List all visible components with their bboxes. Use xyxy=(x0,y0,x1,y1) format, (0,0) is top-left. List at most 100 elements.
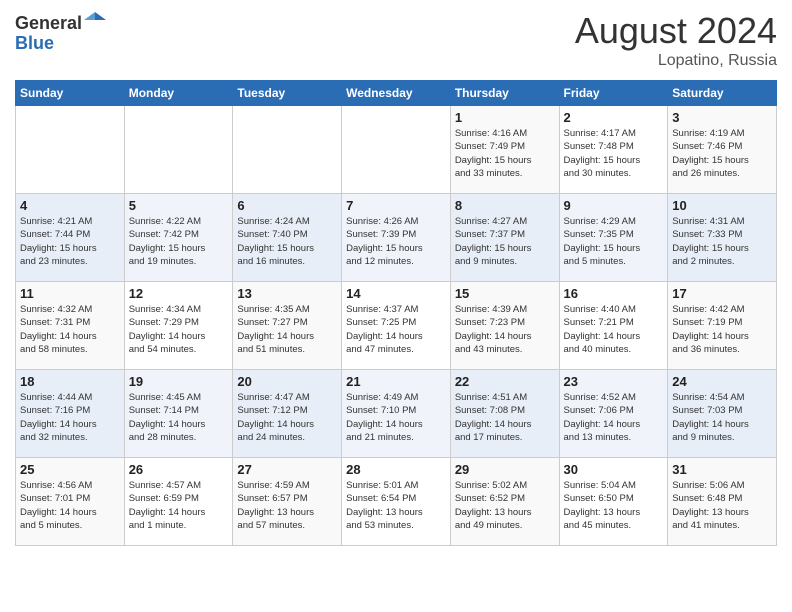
day-cell: 25 Sunrise: 4:56 AM Sunset: 7:01 PM Dayli… xyxy=(16,458,125,546)
day-number: 5 xyxy=(129,198,229,213)
day-number: 27 xyxy=(237,462,337,477)
day-cell: 8Sunrise: 4:27 AM Sunset: 7:37 PM Daylig… xyxy=(450,194,559,282)
day-info: Sunrise: 4:22 AM Sunset: 7:42 PM Dayligh… xyxy=(129,215,229,268)
day-cell: 10 Sunrise: 4:31 AM Sunset: 7:33 PM Dayli… xyxy=(668,194,777,282)
day-number: 26 xyxy=(129,462,229,477)
day-number: 23 xyxy=(564,374,664,389)
day-cell xyxy=(124,106,233,194)
day-number: 4 xyxy=(20,198,120,213)
day-info: Sunrise: 4:29 AM Sunset: 7:35 PM Dayligh… xyxy=(564,215,664,268)
day-info: Sunrise: 4:45 AM Sunset: 7:14 PM Dayligh… xyxy=(129,391,229,444)
logo-blue: Blue xyxy=(15,33,54,54)
day-number: 15 xyxy=(455,286,555,301)
day-info: Sunrise: 5:06 AM Sunset: 6:48 PM Dayligh… xyxy=(672,479,772,532)
month-title: August 2024 xyxy=(575,10,777,52)
week-row-1: 1Sunrise: 4:16 AM Sunset: 7:49 PM Daylig… xyxy=(16,106,777,194)
page-header: General Blue August 2024 Lopatino, Russi… xyxy=(15,10,777,70)
day-number: 12 xyxy=(129,286,229,301)
day-cell xyxy=(16,106,125,194)
day-number: 20 xyxy=(237,374,337,389)
logo-icon xyxy=(84,10,106,32)
day-cell: 13 Sunrise: 4:35 AM Sunset: 7:27 PM Dayli… xyxy=(233,282,342,370)
day-info: Sunrise: 4:32 AM Sunset: 7:31 PM Dayligh… xyxy=(20,303,120,356)
col-header-thursday: Thursday xyxy=(450,81,559,106)
day-cell: 28 Sunrise: 5:01 AM Sunset: 6:54 PM Dayli… xyxy=(342,458,451,546)
week-row-5: 25 Sunrise: 4:56 AM Sunset: 7:01 PM Dayli… xyxy=(16,458,777,546)
day-info: Sunrise: 4:56 AM Sunset: 7:01 PM Dayligh… xyxy=(20,479,120,532)
day-number: 10 xyxy=(672,198,772,213)
day-cell: 19 Sunrise: 4:45 AM Sunset: 7:14 PM Dayli… xyxy=(124,370,233,458)
day-number: 19 xyxy=(129,374,229,389)
day-cell: 6Sunrise: 4:24 AM Sunset: 7:40 PM Daylig… xyxy=(233,194,342,282)
day-cell: 4Sunrise: 4:21 AM Sunset: 7:44 PM Daylig… xyxy=(16,194,125,282)
day-info: Sunrise: 4:42 AM Sunset: 7:19 PM Dayligh… xyxy=(672,303,772,356)
day-info: Sunrise: 4:44 AM Sunset: 7:16 PM Dayligh… xyxy=(20,391,120,444)
day-number: 22 xyxy=(455,374,555,389)
day-info: Sunrise: 5:01 AM Sunset: 6:54 PM Dayligh… xyxy=(346,479,446,532)
day-info: Sunrise: 4:37 AM Sunset: 7:25 PM Dayligh… xyxy=(346,303,446,356)
day-number: 30 xyxy=(564,462,664,477)
day-info: Sunrise: 4:26 AM Sunset: 7:39 PM Dayligh… xyxy=(346,215,446,268)
day-cell: 3Sunrise: 4:19 AM Sunset: 7:46 PM Daylig… xyxy=(668,106,777,194)
day-cell: 9 Sunrise: 4:29 AM Sunset: 7:35 PM Daylig… xyxy=(559,194,668,282)
title-block: August 2024 Lopatino, Russia xyxy=(575,10,777,70)
day-cell: 29Sunrise: 5:02 AM Sunset: 6:52 PM Dayli… xyxy=(450,458,559,546)
day-info: Sunrise: 4:39 AM Sunset: 7:23 PM Dayligh… xyxy=(455,303,555,356)
calendar-table: SundayMondayTuesdayWednesdayThursdayFrid… xyxy=(15,80,777,546)
day-info: Sunrise: 4:51 AM Sunset: 7:08 PM Dayligh… xyxy=(455,391,555,444)
day-cell: 22 Sunrise: 4:51 AM Sunset: 7:08 PM Dayli… xyxy=(450,370,559,458)
day-info: Sunrise: 5:04 AM Sunset: 6:50 PM Dayligh… xyxy=(564,479,664,532)
day-cell: 20 Sunrise: 4:47 AM Sunset: 7:12 PM Dayli… xyxy=(233,370,342,458)
day-number: 18 xyxy=(20,374,120,389)
day-number: 25 xyxy=(20,462,120,477)
day-number: 9 xyxy=(564,198,664,213)
day-info: Sunrise: 5:02 AM Sunset: 6:52 PM Dayligh… xyxy=(455,479,555,532)
day-info: Sunrise: 4:17 AM Sunset: 7:48 PM Dayligh… xyxy=(564,127,664,180)
day-cell: 5 Sunrise: 4:22 AM Sunset: 7:42 PM Daylig… xyxy=(124,194,233,282)
day-cell: 27 Sunrise: 4:59 AM Sunset: 6:57 PM Dayli… xyxy=(233,458,342,546)
day-number: 31 xyxy=(672,462,772,477)
day-info: Sunrise: 4:59 AM Sunset: 6:57 PM Dayligh… xyxy=(237,479,337,532)
day-cell xyxy=(233,106,342,194)
day-cell xyxy=(342,106,451,194)
day-cell: 17 Sunrise: 4:42 AM Sunset: 7:19 PM Dayli… xyxy=(668,282,777,370)
day-info: Sunrise: 4:27 AM Sunset: 7:37 PM Dayligh… xyxy=(455,215,555,268)
day-cell: 21 Sunrise: 4:49 AM Sunset: 7:10 PM Dayli… xyxy=(342,370,451,458)
day-info: Sunrise: 4:24 AM Sunset: 7:40 PM Dayligh… xyxy=(237,215,337,268)
day-info: Sunrise: 4:47 AM Sunset: 7:12 PM Dayligh… xyxy=(237,391,337,444)
day-number: 24 xyxy=(672,374,772,389)
day-cell: 2Sunrise: 4:17 AM Sunset: 7:48 PM Daylig… xyxy=(559,106,668,194)
col-header-monday: Monday xyxy=(124,81,233,106)
day-number: 13 xyxy=(237,286,337,301)
day-number: 11 xyxy=(20,286,120,301)
day-number: 16 xyxy=(564,286,664,301)
day-cell: 23 Sunrise: 4:52 AM Sunset: 7:06 PM Dayli… xyxy=(559,370,668,458)
day-info: Sunrise: 4:40 AM Sunset: 7:21 PM Dayligh… xyxy=(564,303,664,356)
col-header-wednesday: Wednesday xyxy=(342,81,451,106)
day-number: 7 xyxy=(346,198,446,213)
col-header-friday: Friday xyxy=(559,81,668,106)
header-row: SundayMondayTuesdayWednesdayThursdayFrid… xyxy=(16,81,777,106)
day-cell: 30 Sunrise: 5:04 AM Sunset: 6:50 PM Dayli… xyxy=(559,458,668,546)
week-row-4: 18 Sunrise: 4:44 AM Sunset: 7:16 PM Dayli… xyxy=(16,370,777,458)
day-info: Sunrise: 4:16 AM Sunset: 7:49 PM Dayligh… xyxy=(455,127,555,180)
day-number: 17 xyxy=(672,286,772,301)
day-info: Sunrise: 4:35 AM Sunset: 7:27 PM Dayligh… xyxy=(237,303,337,356)
day-cell: 31 Sunrise: 5:06 AM Sunset: 6:48 PM Dayli… xyxy=(668,458,777,546)
col-header-sunday: Sunday xyxy=(16,81,125,106)
day-number: 3 xyxy=(672,110,772,125)
day-cell: 24Sunrise: 4:54 AM Sunset: 7:03 PM Dayli… xyxy=(668,370,777,458)
day-info: Sunrise: 4:52 AM Sunset: 7:06 PM Dayligh… xyxy=(564,391,664,444)
day-cell: 16 Sunrise: 4:40 AM Sunset: 7:21 PM Dayli… xyxy=(559,282,668,370)
day-cell: 11 Sunrise: 4:32 AM Sunset: 7:31 PM Dayli… xyxy=(16,282,125,370)
location-title: Lopatino, Russia xyxy=(575,52,777,70)
day-cell: 18 Sunrise: 4:44 AM Sunset: 7:16 PM Dayli… xyxy=(16,370,125,458)
day-info: Sunrise: 4:49 AM Sunset: 7:10 PM Dayligh… xyxy=(346,391,446,444)
day-info: Sunrise: 4:31 AM Sunset: 7:33 PM Dayligh… xyxy=(672,215,772,268)
day-cell: 14 Sunrise: 4:37 AM Sunset: 7:25 PM Dayli… xyxy=(342,282,451,370)
day-info: Sunrise: 4:57 AM Sunset: 6:59 PM Dayligh… xyxy=(129,479,229,532)
day-number: 21 xyxy=(346,374,446,389)
day-cell: 7 Sunrise: 4:26 AM Sunset: 7:39 PM Daylig… xyxy=(342,194,451,282)
day-number: 28 xyxy=(346,462,446,477)
day-number: 14 xyxy=(346,286,446,301)
